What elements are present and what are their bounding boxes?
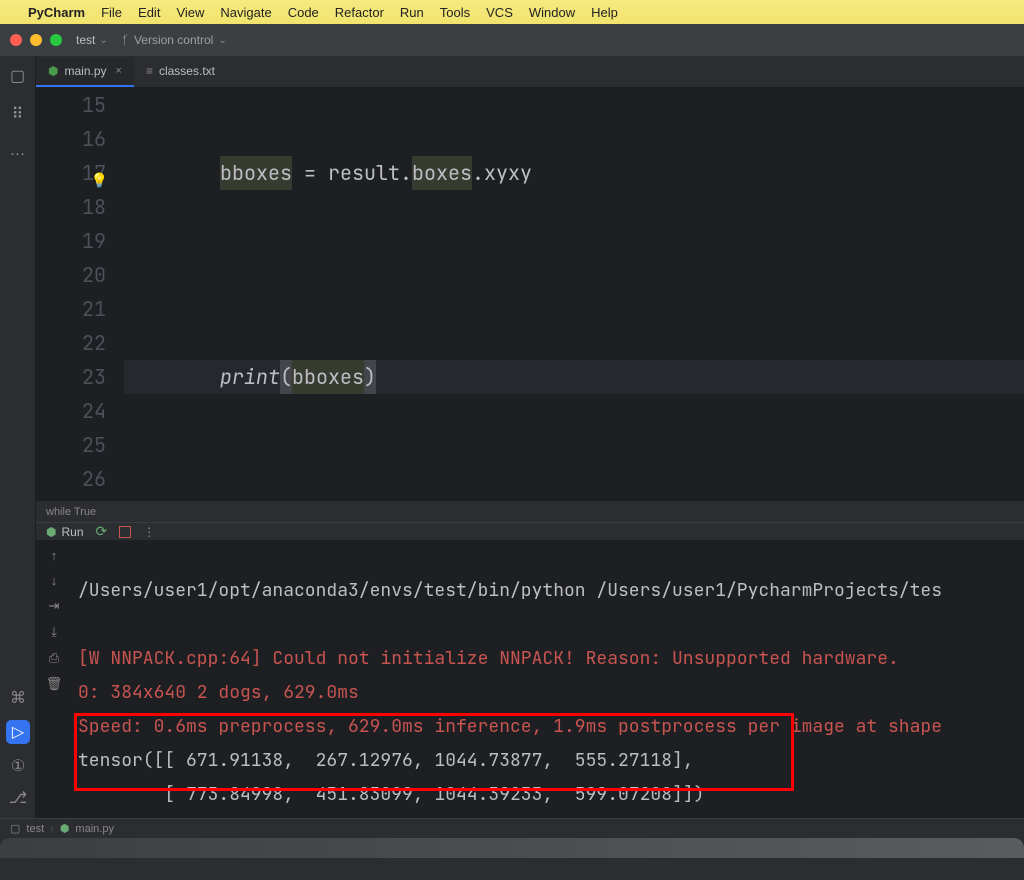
menu-vcs[interactable]: VCS <box>486 5 513 20</box>
console-cmd: /Users/user1/opt/anaconda3/envs/test/bin… <box>78 579 942 602</box>
menu-refactor[interactable]: Refactor <box>335 5 384 20</box>
python-icon: ⬢ <box>46 525 56 539</box>
text-file-icon: ≡ <box>146 64 153 78</box>
menu-run[interactable]: Run <box>400 5 424 20</box>
terminal-icon[interactable]: ⌘ <box>10 688 26 708</box>
scroll-toggle-icon[interactable]: ⤓ <box>51 624 57 640</box>
soft-wrap-icon[interactable]: ⇥ <box>49 598 60 614</box>
mac-menubar: PyCharm File Edit View Navigate Code Ref… <box>0 0 1024 24</box>
app-name[interactable]: PyCharm <box>28 5 85 20</box>
vcs-selector[interactable]: ᚶ Version control ⌄ <box>122 33 227 47</box>
menu-help[interactable]: Help <box>591 5 618 20</box>
maximize-icon[interactable] <box>50 34 62 46</box>
print-icon[interactable]: ⎙ <box>49 650 59 666</box>
traffic-lights <box>10 34 62 46</box>
branch-icon: ᚶ <box>122 33 129 47</box>
console-tensor-2: [ 773.84998, 451.83099, 1044.39233, 599.… <box>78 783 704 806</box>
console-detection: 0: 384x640 2 dogs, 629.0ms <box>78 681 359 704</box>
menu-tools[interactable]: Tools <box>440 5 470 20</box>
mac-dock-hint <box>0 838 1024 858</box>
statusbar: ▢ test › ⬢ main.py <box>0 818 1024 838</box>
project-selector[interactable]: test ⌄ <box>76 33 108 47</box>
console-warning: [W NNPACK.cpp:64] Could not initialize N… <box>78 647 899 670</box>
breadcrumb[interactable]: while True <box>36 500 1024 522</box>
trash-icon[interactable]: 🗑 <box>46 676 63 692</box>
chevron-down-icon: ⌄ <box>218 35 226 46</box>
breadcrumb-label: while True <box>46 506 96 518</box>
python-file-icon: ⬢ <box>60 822 70 835</box>
console-tensor-1: tensor([[ 671.91138, 267.12976, 1044.738… <box>78 749 694 772</box>
chevron-down-icon: ⌄ <box>99 35 107 46</box>
menu-navigate[interactable]: Navigate <box>220 5 271 20</box>
menu-code[interactable]: Code <box>288 5 319 20</box>
project-name: test <box>76 33 95 47</box>
menu-view[interactable]: View <box>176 5 204 20</box>
stop-icon[interactable] <box>119 526 131 538</box>
tab-classes-txt[interactable]: ≡ classes.txt <box>134 57 227 87</box>
menu-window[interactable]: Window <box>529 5 575 20</box>
line-gutter: 15 16 17💡 18 19 20 21 22 23 24 25 26 <box>36 88 124 500</box>
git-icon[interactable]: ⎇ <box>9 788 27 808</box>
vcs-label: Version control <box>134 33 213 47</box>
code-editor[interactable]: 15 16 17💡 18 19 20 21 22 23 24 25 26 bbo… <box>36 88 1024 500</box>
close-icon[interactable] <box>10 34 22 46</box>
close-icon[interactable]: × <box>116 65 122 77</box>
up-icon[interactable]: ↑ <box>51 548 58 563</box>
down-icon[interactable]: ↓ <box>51 573 58 588</box>
rerun-icon[interactable]: ⟳ <box>96 523 108 540</box>
status-folder[interactable]: test <box>26 823 44 835</box>
run-tool-icon[interactable]: ▷ <box>6 720 30 744</box>
run-tab[interactable]: ⬢ Run <box>46 525 84 539</box>
bottom-left-toolbar: ⌘ ▷ ① ⎇ <box>0 56 36 818</box>
python-file-icon: ⬢ <box>48 64 58 78</box>
minimize-icon[interactable] <box>30 34 42 46</box>
menu-file[interactable]: File <box>101 5 122 20</box>
editor-tabs: ⬢ main.py × ≡ classes.txt <box>36 56 1024 88</box>
run-label: Run <box>61 525 83 539</box>
menu-edit[interactable]: Edit <box>138 5 160 20</box>
status-file[interactable]: main.py <box>75 823 114 835</box>
console-speed: Speed: 0.6ms preprocess, 629.0ms inferen… <box>78 715 942 738</box>
tab-main-py[interactable]: ⬢ main.py × <box>36 57 134 87</box>
status-folder-icon: ▢ <box>10 822 20 835</box>
titlebar: test ⌄ ᚶ Version control ⌄ <box>0 24 1024 56</box>
run-tool-window: ⬢ Run ⟳ ⋮ ↑ ↓ ⇥ ⤓ ⎙ 🗑 /Users/user1/opt/a… <box>36 522 1024 818</box>
tab-label: main.py <box>64 64 106 78</box>
code-area[interactable]: bboxes = result.boxes.xyxy print(bboxes)… <box>124 88 1024 500</box>
tab-label: classes.txt <box>159 64 215 78</box>
more-options-icon[interactable]: ⋮ <box>143 525 155 539</box>
problems-icon[interactable]: ① <box>11 756 25 776</box>
